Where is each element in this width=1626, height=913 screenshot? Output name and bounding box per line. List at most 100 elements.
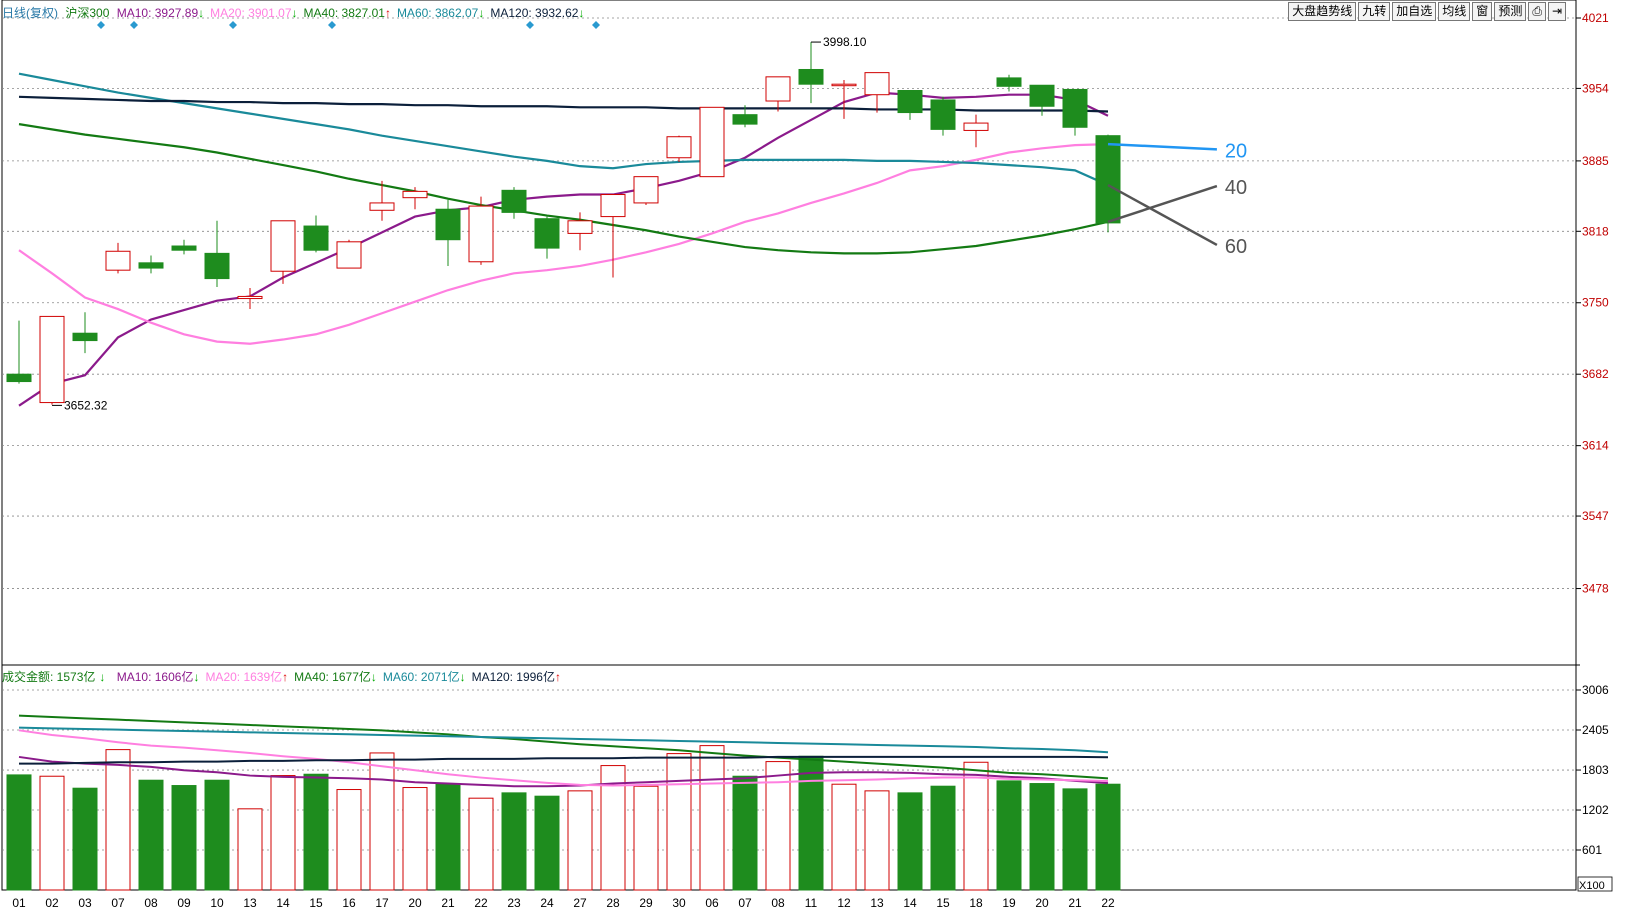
volume-bar: [666, 753, 692, 891]
x-tick-label: 27: [573, 896, 587, 910]
x-tick-label: 20: [1035, 896, 1049, 910]
volume-ma-arrow: ↓: [370, 670, 377, 684]
volume-ma-ma60: MA60: 2071亿: [382, 670, 460, 684]
volume-bar: [171, 785, 197, 891]
price-ma-ma120: MA120: 3932.62: [490, 6, 579, 20]
candle-body: [666, 136, 692, 159]
price-tick-label: 3750: [1582, 296, 1609, 310]
candle-body: [138, 262, 164, 269]
volume-title-arrow: ↓: [99, 670, 106, 684]
toolbar-button-7[interactable]: ⇥: [1547, 2, 1566, 21]
volume-tick-label: 1803: [1582, 763, 1609, 777]
price-ma-arrow: ↓: [478, 6, 485, 20]
price-ma20-line: [18, 142, 1109, 345]
chart-toolbar: 大盘趋势线 九转 加自选 均线窗预测 ⎙ ⇥: [1288, 2, 1566, 21]
volume-bar: [732, 775, 758, 891]
event-marker-icon: [328, 21, 336, 29]
candle-body: [105, 250, 131, 271]
volume-bar: [831, 783, 857, 891]
volume-header: 成交金额: 1573亿 ↓ MA10: 1606亿↓ MA20: 1639亿↑ MA4…: [2, 668, 571, 685]
price-tick-label: 4021: [1582, 11, 1609, 25]
volume-ma60-line: [18, 726, 1109, 754]
price-annotation: 3998.10: [823, 35, 867, 49]
price-header: 日线(复权) 沪深300 MA10: 3927.89↓ MA20: 3901.07…: [2, 4, 594, 21]
x-tick-label: 28: [606, 896, 620, 910]
event-marker-icon: [526, 21, 534, 29]
x-tick-label: 02: [45, 896, 59, 910]
x-tick-label: 22: [1101, 896, 1115, 910]
volume-bar: [765, 761, 791, 891]
volume-bar: [699, 745, 725, 891]
volume-ma-arrow: ↓: [459, 670, 466, 684]
candle-body: [1095, 135, 1121, 224]
volume-bar: [336, 789, 362, 891]
volume-bar: [105, 749, 131, 891]
ma-projection-line: [1107, 183, 1218, 247]
volume-ma-arrow: ↑: [554, 670, 561, 684]
kline-chart[interactable]: 4021395438853818375036823614354734783006…: [0, 0, 1626, 913]
candle-body: [303, 225, 329, 251]
volume-bar: [930, 785, 956, 891]
candle-body: [600, 194, 626, 218]
volume-tick-label: 601: [1582, 843, 1602, 857]
volume-bar: [633, 785, 659, 891]
toolbar-button-5[interactable]: 预测: [1494, 2, 1527, 21]
x-tick-label: 16: [342, 896, 356, 910]
ma-projection-line: [1107, 142, 1217, 151]
volume-bar: [897, 792, 923, 891]
x-tick-label: 17: [375, 896, 389, 910]
candle-body: [402, 190, 428, 199]
toolbar-button-6[interactable]: ⎙: [1528, 2, 1546, 21]
candle-body: [765, 76, 791, 102]
price-ma-arrow: ↑: [384, 6, 391, 20]
volume-bar: [963, 761, 989, 891]
candle-body: [864, 72, 890, 96]
candle-body: [6, 373, 32, 383]
volume-bar: [270, 775, 296, 891]
x-tick-label: 11: [805, 896, 818, 910]
volume-bar: [1095, 783, 1121, 891]
x-tick-label: 24: [540, 896, 554, 910]
price-tick-label: 3614: [1582, 439, 1609, 453]
volume-ma120-line: [19, 755, 1109, 765]
candle-body: [732, 114, 758, 125]
volume-bar: [369, 752, 395, 891]
volume-bar: [303, 773, 329, 891]
x-tick-label: 21: [441, 896, 455, 910]
ma-projection-label: 60: [1225, 236, 1247, 258]
x-tick-label: 29: [639, 896, 653, 910]
price-ma-ma20: MA20: 3901.07: [210, 6, 292, 20]
candle-body: [897, 90, 923, 114]
x-tick-label: 20: [408, 896, 422, 910]
volume-bar: [501, 792, 527, 891]
x-tick-label: 15: [936, 896, 950, 910]
candle-body: [435, 208, 461, 241]
toolbar-button-2[interactable]: 加自选: [1392, 2, 1437, 21]
chart-title: 日线(复权): [2, 6, 58, 20]
ma-projection-line: [1107, 184, 1218, 224]
volume-bar: [6, 774, 32, 891]
price-ma-arrow: ↓: [578, 6, 585, 20]
x-tick-label: 09: [177, 896, 191, 910]
candle-body: [1029, 84, 1055, 107]
candle-body: [468, 205, 494, 263]
volume-bar: [1029, 783, 1055, 891]
candle-body: [831, 83, 857, 87]
x-tick-label: 12: [837, 896, 851, 910]
candle-body: [996, 77, 1022, 87]
event-marker-icon: [592, 21, 600, 29]
toolbar-button-4[interactable]: 窗: [1472, 2, 1493, 21]
x-tick-label: 19: [1002, 896, 1016, 910]
volume-ma-ma20: MA20: 1639亿: [205, 670, 283, 684]
toolbar-button-0[interactable]: 大盘趋势线: [1288, 2, 1357, 21]
toolbar-button-3[interactable]: 均线: [1438, 2, 1471, 21]
volume-tick-label: 3006: [1582, 683, 1609, 697]
price-tick-label: 3818: [1582, 224, 1609, 238]
x-tick-label: 14: [276, 896, 290, 910]
volume-bar: [237, 808, 263, 891]
candle-body: [1062, 88, 1088, 128]
price-tick-label: 3954: [1582, 81, 1609, 95]
x-tick-label: 13: [243, 896, 257, 910]
toolbar-button-1[interactable]: 九转: [1358, 2, 1391, 21]
candle-body: [369, 202, 395, 211]
